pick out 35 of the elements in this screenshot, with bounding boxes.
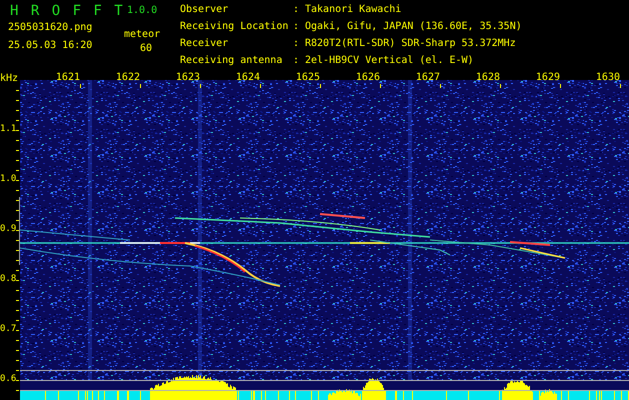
station-label: Receiving Location [180,21,288,32]
timestamp: 25.05.03 16:20 [8,40,94,52]
y-axis-label: 0.6 [0,374,16,385]
x-axis-label: 1624 [236,72,260,83]
colon-separator: : [293,55,300,66]
station-label: Receiving antenna [180,55,282,66]
station-value: 2el-HB9CV Vertical (el. E-W) [305,55,474,66]
version-label: 1.0.0 [127,5,158,17]
file-name: 2505031620.png [8,22,94,34]
x-axis-label: 1623 [176,72,200,83]
y-axis-label: 0.9 [0,224,16,235]
station-value: Ogaki, Gifu, JAPAN (136.60E, 35.35N) [305,21,522,32]
station-label: Receiver [180,38,228,49]
y-axis-label: 0.8 [0,274,16,285]
x-axis-label: 1628 [476,72,500,83]
y-axis-label: 0.7 [0,324,16,335]
colon-separator: : [293,4,300,15]
y-axis-label: 1.1 [0,124,16,135]
x-axis-label: 1630 [596,72,620,83]
x-axis-label: 1622 [116,72,140,83]
colon-separator: : [293,21,300,32]
axis-unit: kHz [0,73,18,84]
app-title: H R O F F T [10,3,120,19]
detection-count: 60 [140,43,152,55]
station-value: Takanori Kawachi [305,4,402,15]
station-label: Observer [180,4,228,15]
y-axis-label: 1.0 [0,174,16,185]
colon-separator: : [293,38,300,49]
x-axis-label: 1621 [56,72,80,83]
x-axis-label: 1627 [416,72,440,83]
x-axis-label: 1625 [296,72,320,83]
station-value: R820T2(RTL-SDR) SDR-Sharp 53.372MHz [305,38,516,49]
detection-label: meteor [124,29,160,41]
x-axis-label: 1626 [356,72,380,83]
x-axis-label: 1629 [536,72,560,83]
